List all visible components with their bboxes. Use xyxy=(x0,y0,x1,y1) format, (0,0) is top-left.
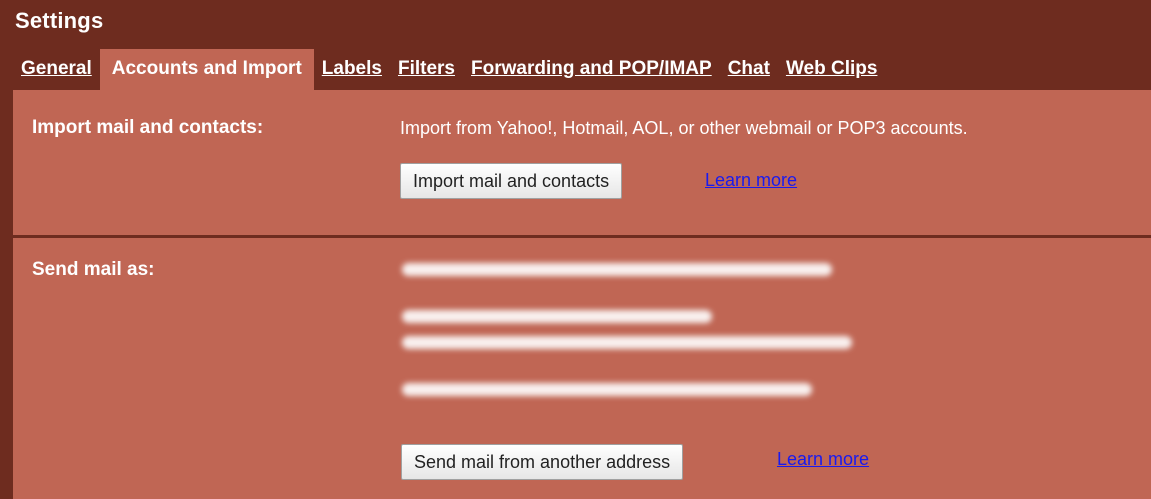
redacted-email-1 xyxy=(402,263,832,276)
import-learn-more-link[interactable]: Learn more xyxy=(705,170,797,191)
send-mail-as-label: Send mail as: xyxy=(32,259,155,280)
settings-page: Settings General Accounts and Import Lab… xyxy=(0,0,1151,499)
tab-filters[interactable]: Filters xyxy=(390,49,463,90)
page-title: Settings xyxy=(15,8,104,33)
settings-content: Import mail and contacts: Import from Ya… xyxy=(13,90,1151,499)
send-learn-more-link[interactable]: Learn more xyxy=(777,449,869,470)
send-mail-from-another-address-button[interactable]: Send mail from another address xyxy=(401,444,684,480)
tab-chat[interactable]: Chat xyxy=(720,49,778,90)
import-description: Import from Yahoo!, Hotmail, AOL, or oth… xyxy=(400,118,968,138)
redacted-email-3 xyxy=(402,336,852,349)
import-mail-button[interactable]: Import mail and contacts xyxy=(400,163,623,199)
settings-tabs: General Accounts and Import Labels Filte… xyxy=(13,49,885,90)
send-mail-as-section: Send mail as: Send mail from another add… xyxy=(13,238,1151,499)
tab-forwarding-pop-imap[interactable]: Forwarding and POP/IMAP xyxy=(463,49,720,90)
redacted-email-4 xyxy=(402,383,812,396)
import-section: Import mail and contacts: Import from Ya… xyxy=(13,90,1151,235)
import-section-label: Import mail and contacts: xyxy=(32,117,264,138)
tab-web-clips[interactable]: Web Clips xyxy=(778,49,886,90)
settings-header: Settings xyxy=(0,0,1151,48)
tab-general[interactable]: General xyxy=(13,49,100,90)
tab-accounts-and-import[interactable]: Accounts and Import xyxy=(99,49,314,90)
tab-labels[interactable]: Labels xyxy=(314,49,390,90)
redacted-email-2 xyxy=(402,310,712,323)
